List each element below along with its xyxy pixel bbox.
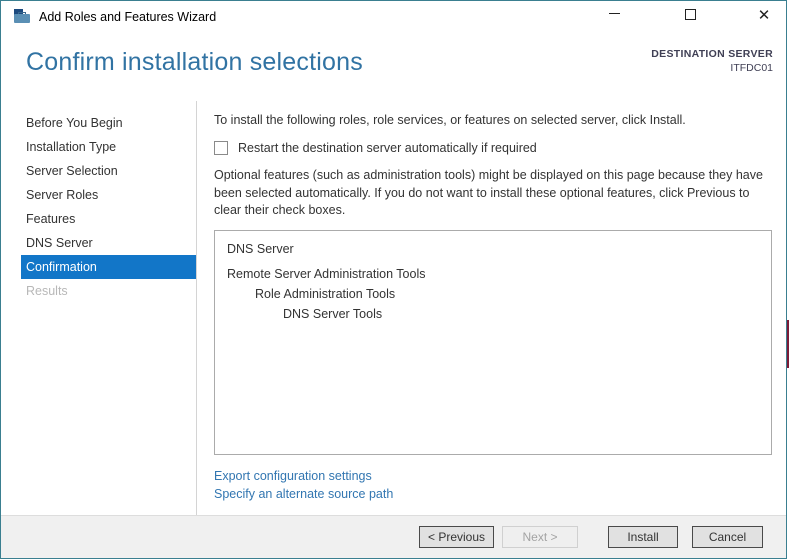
previous-button[interactable]: < Previous — [419, 526, 494, 548]
close-icon: ✕ — [757, 7, 771, 24]
minimize-button[interactable] — [597, 1, 631, 31]
wizard-header: Confirm installation selections DESTINAT… — [1, 33, 786, 101]
page-title: Confirm installation selections — [26, 48, 363, 76]
restart-checkbox-label: Restart the destination server automatic… — [238, 141, 537, 155]
sidebar-item-dns-server[interactable]: DNS Server — [21, 231, 196, 255]
restart-checkbox[interactable] — [214, 141, 228, 155]
optional-features-note: Optional features (such as administratio… — [214, 168, 763, 217]
install-button[interactable]: Install — [608, 526, 678, 548]
sidebar-item-server-selection[interactable]: Server Selection — [21, 159, 196, 183]
wizard-body: Before You Begin Installation Type Server … — [1, 101, 786, 517]
window-title: Add Roles and Features Wizard — [39, 10, 217, 24]
sidebar-item-server-roles[interactable]: Server Roles — [21, 183, 196, 207]
minimize-icon — [608, 13, 620, 15]
sidebar-item-results: Results — [26, 284, 68, 298]
server-manager-wizard-icon — [14, 9, 32, 24]
selection-item: Role Administration Tools — [255, 286, 396, 301]
alternate-source-path-link[interactable]: Specify an alternate source path — [214, 485, 772, 503]
close-button[interactable]: ✕ — [747, 1, 781, 31]
sidebar: Before You Begin Installation Type Server … — [1, 101, 197, 517]
maximize-button[interactable] — [673, 1, 707, 31]
restart-checkbox-row[interactable]: Restart the destination server automatic… — [214, 141, 772, 155]
button-bar: < Previous Next > Install Cancel — [1, 515, 786, 558]
sidebar-item-confirmation[interactable]: Confirmation — [21, 255, 196, 279]
content-pane: To install the following roles, role ser… — [197, 101, 786, 517]
selection-item: Remote Server Administration Tools — [227, 266, 426, 281]
maximize-icon — [684, 9, 696, 21]
footer-links: Export configuration settings Specify an… — [214, 467, 772, 503]
destination-server-name: ITFDC01 — [730, 62, 773, 74]
destination-server-label: DESTINATION SERVER — [651, 48, 773, 60]
screen: Add Roles and Features Wizard ✕ Confirm … — [0, 0, 789, 559]
intro-text: To install the following roles, role ser… — [214, 113, 686, 127]
selection-list[interactable]: DNS Server Remote Server Administration T… — [214, 229, 772, 455]
title-bar: Add Roles and Features Wizard ✕ — [1, 1, 786, 33]
sidebar-item-before-you-begin[interactable]: Before You Begin — [21, 111, 196, 135]
sidebar-item-installation-type[interactable]: Installation Type — [21, 135, 196, 159]
sidebar-item-features[interactable]: Features — [21, 207, 196, 231]
export-configuration-link[interactable]: Export configuration settings — [214, 467, 772, 485]
selection-item: DNS Server Tools — [283, 306, 383, 321]
add-roles-features-wizard-dialog: Add Roles and Features Wizard ✕ Confirm … — [0, 0, 787, 559]
selection-item: DNS Server — [227, 241, 294, 256]
next-button: Next > — [502, 526, 578, 548]
destination-server-block: DESTINATION SERVER ITFDC01 — [651, 48, 773, 74]
cancel-button[interactable]: Cancel — [692, 526, 763, 548]
